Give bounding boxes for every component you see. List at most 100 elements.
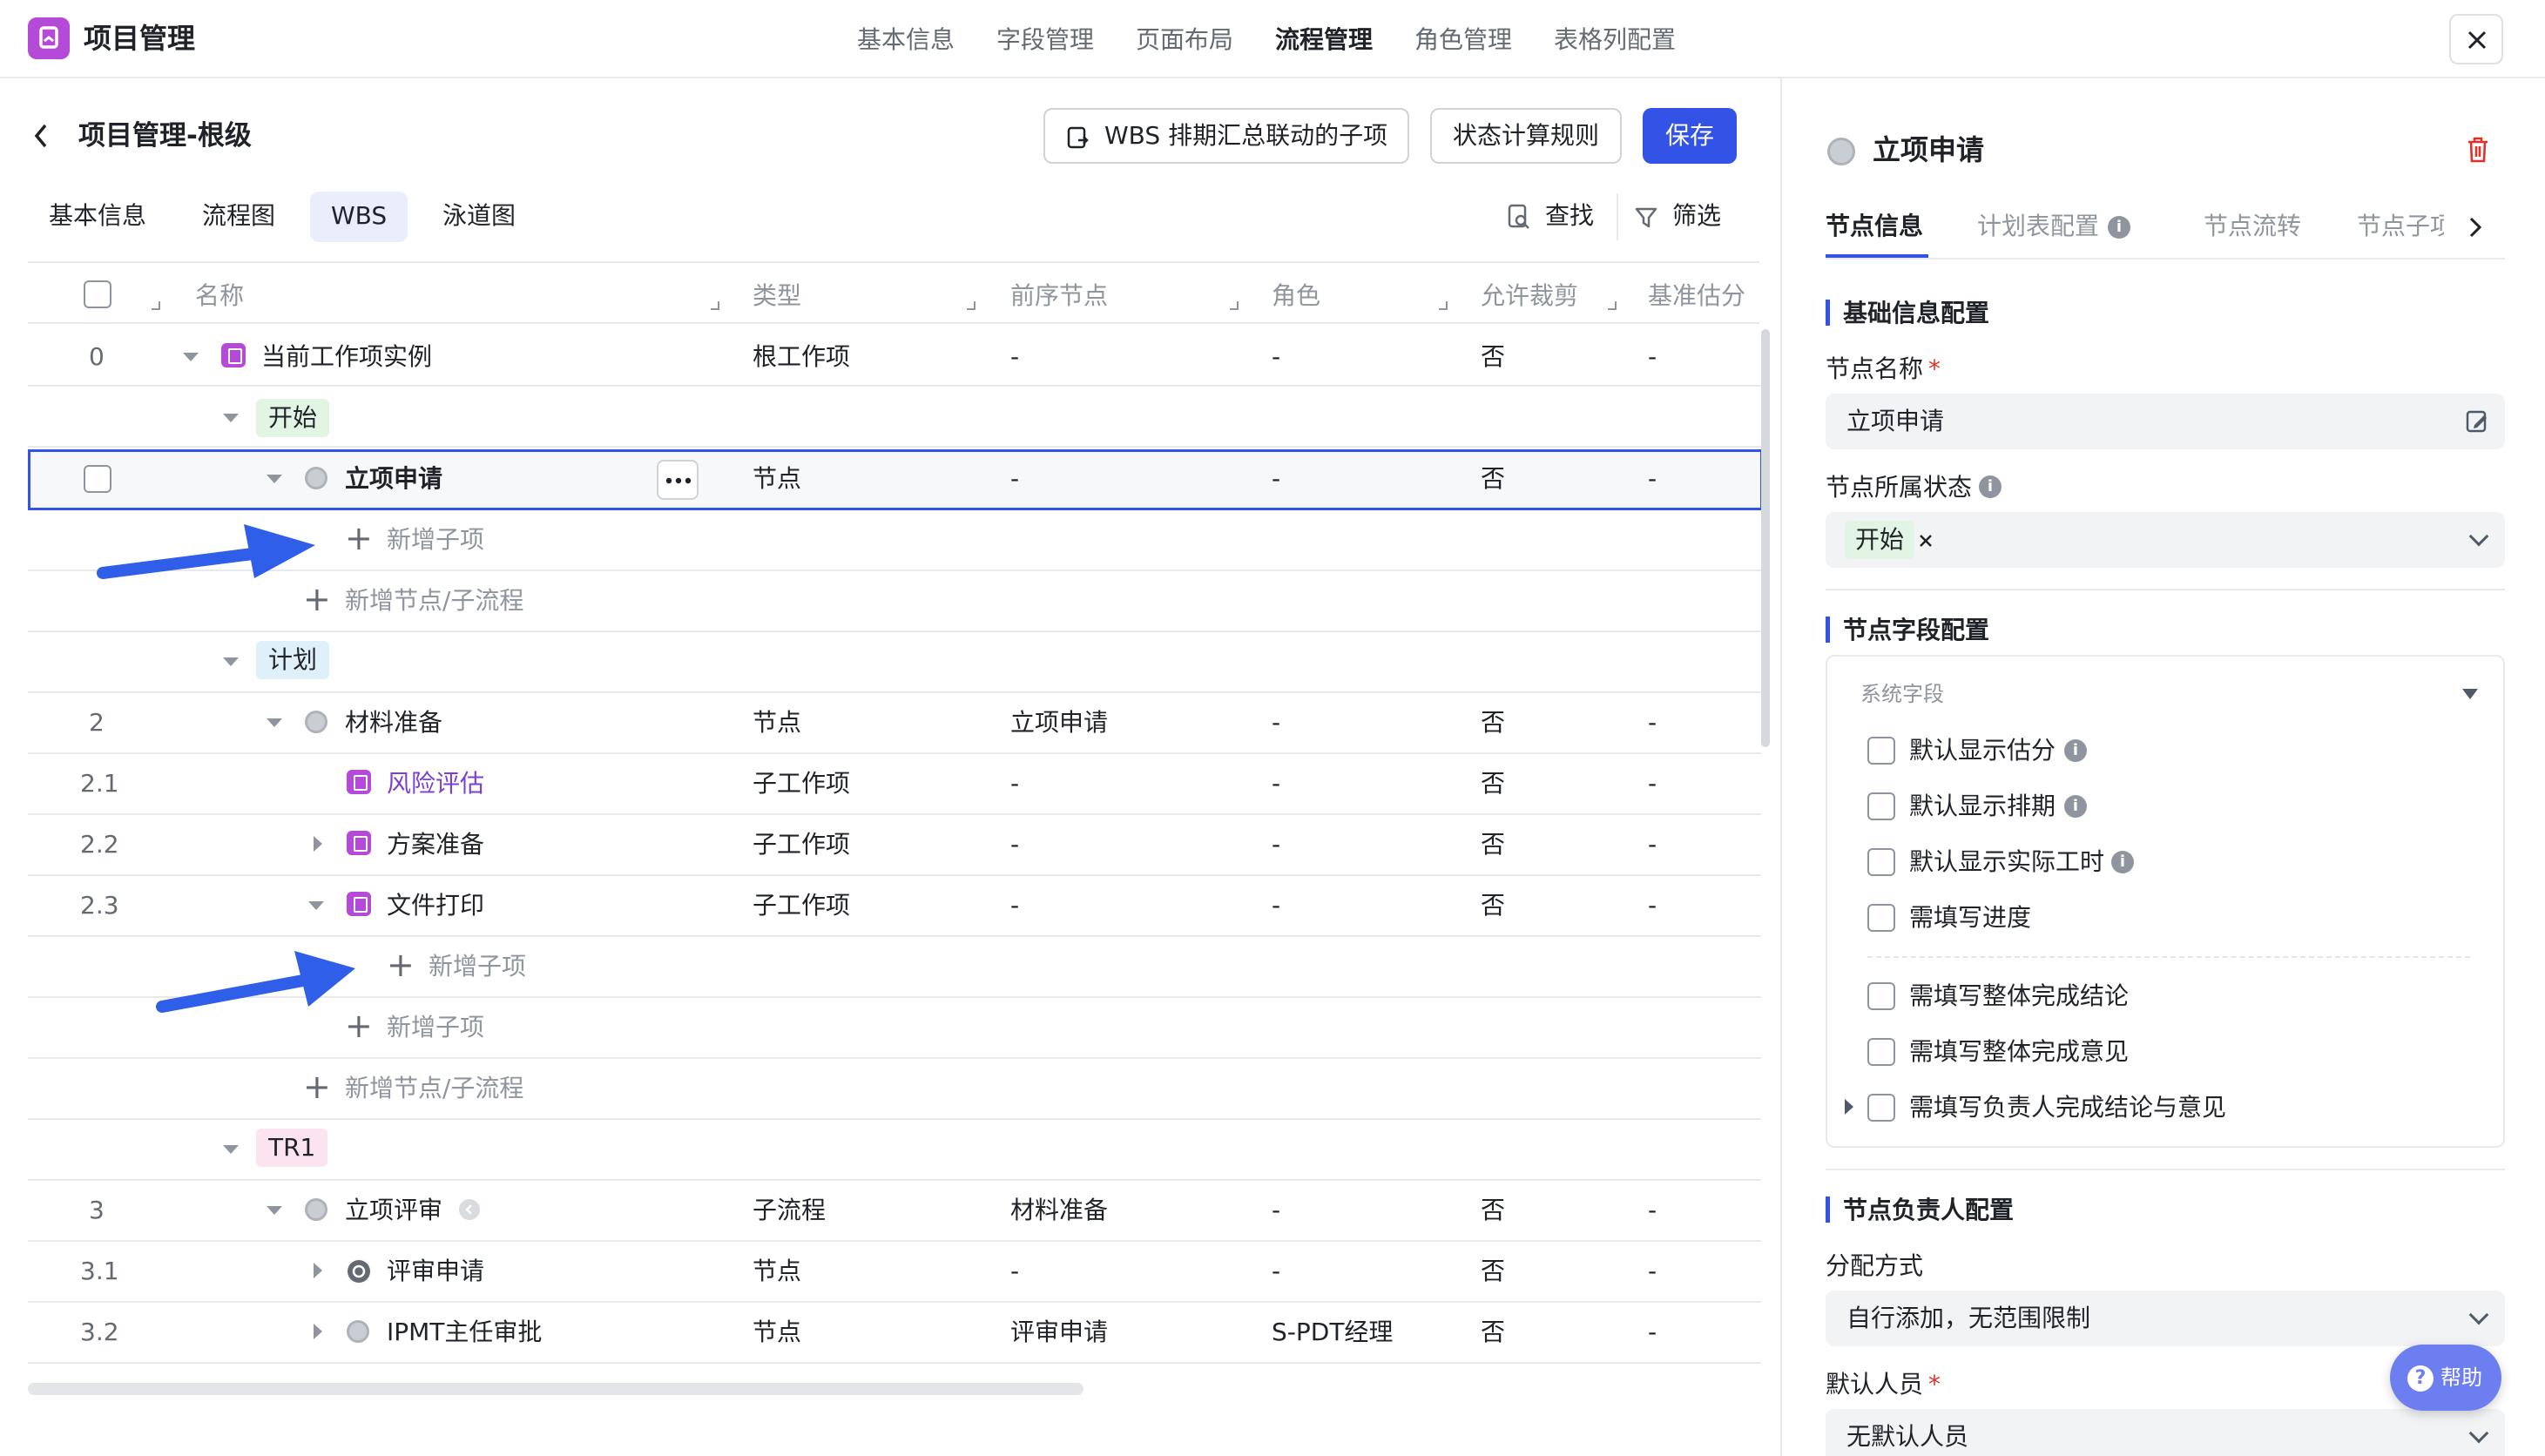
tab-node-flow[interactable]: 节点流转 xyxy=(2204,209,2301,244)
column-header-baseline-estimate[interactable]: 基准估分 xyxy=(1648,279,1745,313)
divider xyxy=(28,630,1761,632)
nav-process-management[interactable]: 流程管理 xyxy=(1275,23,1373,57)
collapse-caret-icon[interactable] xyxy=(267,718,282,727)
node-name-value: 立项申请 xyxy=(1846,407,1945,435)
remove-tag-icon[interactable] xyxy=(1918,533,1934,549)
column-resize-handle[interactable] xyxy=(152,301,160,310)
row-name[interactable]: 方案准备 xyxy=(387,827,484,862)
status-rule-button[interactable]: 状态计算规则 xyxy=(1430,108,1622,164)
column-header-role[interactable]: 角色 xyxy=(1272,279,1320,313)
row-role: - xyxy=(1272,891,1281,920)
add-node-button[interactable]: 新增节点/子流程 xyxy=(345,1071,523,1106)
column-resize-handle[interactable] xyxy=(711,301,719,310)
column-resize-handle[interactable] xyxy=(1230,301,1239,310)
column-header-allow-trim[interactable]: 允许裁剪 xyxy=(1481,279,1578,313)
chevron-right-icon[interactable] xyxy=(2468,216,2482,239)
option-checkbox[interactable] xyxy=(1867,1094,1895,1122)
more-actions-button[interactable] xyxy=(657,460,699,500)
assign-method-select[interactable]: 自行添加，无范围限制 xyxy=(1826,1291,2505,1346)
filter-button[interactable]: 筛选 xyxy=(1672,199,1721,233)
tab-basic-info[interactable]: 基本信息 xyxy=(49,199,146,233)
collapse-caret-icon[interactable] xyxy=(267,1206,282,1215)
tab-plan-config[interactable]: 计划表配置 xyxy=(1977,209,2099,244)
option-label: 默认显示实际工时 xyxy=(1909,847,2105,876)
nav-basic-info[interactable]: 基本信息 xyxy=(857,23,955,57)
row-checkbox[interactable] xyxy=(84,465,111,493)
expand-caret-icon[interactable] xyxy=(314,836,322,852)
collapse-caret-icon[interactable] xyxy=(223,1145,239,1154)
row-name-link[interactable]: 风险评估 xyxy=(387,766,484,801)
column-resize-handle[interactable] xyxy=(1439,301,1448,310)
node-name-field[interactable]: 立项申请 xyxy=(1826,394,2505,449)
tab-wbs[interactable]: WBS xyxy=(331,199,387,233)
row-name[interactable]: 立项申请 xyxy=(345,462,442,496)
default-person-select[interactable]: 无默认人员 xyxy=(1826,1409,2505,1456)
select-all-checkbox[interactable] xyxy=(84,280,111,308)
assign-method-label: 分配方式 xyxy=(1826,1251,1924,1280)
column-header-type[interactable]: 类型 xyxy=(753,279,801,313)
row-name[interactable]: 材料准备 xyxy=(345,705,442,740)
option-checkbox[interactable] xyxy=(1867,1038,1895,1066)
add-child-plus-icon[interactable]: + xyxy=(345,521,373,556)
add-child-plus-icon[interactable]: + xyxy=(387,947,415,982)
collapse-caret-icon[interactable] xyxy=(308,901,324,910)
row-type: 节点 xyxy=(753,708,802,737)
expand-caret-icon[interactable] xyxy=(314,1324,322,1339)
back-arrow-icon[interactable] xyxy=(31,120,51,152)
add-node-plus-icon[interactable]: + xyxy=(303,582,331,617)
divider xyxy=(28,446,1761,448)
collapse-caret-icon[interactable] xyxy=(183,353,199,361)
tab-swimlane[interactable]: 泳道图 xyxy=(442,199,516,233)
add-node-button[interactable]: 新增节点/子流程 xyxy=(345,583,523,618)
column-header-predecessor[interactable]: 前序节点 xyxy=(1010,279,1108,313)
work-item-icon xyxy=(221,343,246,367)
nav-table-column-config[interactable]: 表格列配置 xyxy=(1554,23,1676,57)
option-checkbox[interactable] xyxy=(1867,982,1895,1010)
delete-icon[interactable] xyxy=(2465,136,2491,164)
column-header-name[interactable]: 名称 xyxy=(195,279,244,313)
collapse-caret-icon[interactable] xyxy=(223,657,239,666)
wbs-linked-items-button[interactable]: WBS 排期汇总联动的子项 xyxy=(1043,108,1409,164)
help-icon: ? xyxy=(2407,1365,2434,1392)
collapse-caret-icon[interactable] xyxy=(223,414,239,422)
nav-field-management[interactable]: 字段管理 xyxy=(996,23,1094,57)
expand-caret-icon[interactable] xyxy=(314,1263,322,1278)
filter-icon[interactable] xyxy=(1634,206,1658,230)
row-name[interactable]: 当前工作项实例 xyxy=(261,340,432,374)
option-checkbox[interactable] xyxy=(1867,904,1895,932)
help-button[interactable]: ? 帮助 xyxy=(2390,1345,2501,1411)
column-resize-handle[interactable] xyxy=(967,301,975,310)
add-child-button[interactable]: 新增子项 xyxy=(387,522,484,557)
default-person-label: 默认人员 xyxy=(1826,1370,1924,1399)
add-child-button[interactable]: 新增子项 xyxy=(429,949,526,984)
vertical-scrollbar[interactable] xyxy=(1761,329,1770,747)
node-state-select[interactable]: 开始 xyxy=(1826,512,2505,568)
row-name[interactable]: 文件打印 xyxy=(387,888,484,923)
save-button[interactable]: 保存 xyxy=(1643,108,1737,164)
search-icon[interactable] xyxy=(1507,204,1531,230)
row-type: 根工作项 xyxy=(753,342,851,371)
nav-role-management[interactable]: 角色管理 xyxy=(1414,23,1512,57)
tab-node-children[interactable]: 节点子项 xyxy=(2357,209,2444,244)
tab-flowchart[interactable]: 流程图 xyxy=(202,199,275,233)
caret-down-icon[interactable] xyxy=(2461,688,2479,700)
row-name[interactable]: IPMT主任审批 xyxy=(387,1315,542,1350)
close-button[interactable] xyxy=(2449,14,2503,64)
expand-caret-icon[interactable] xyxy=(1845,1099,1853,1115)
add-child-button[interactable]: 新增子项 xyxy=(387,1010,484,1045)
divider xyxy=(28,1301,1761,1303)
row-name[interactable]: 评审申请 xyxy=(387,1254,484,1289)
row-name[interactable]: 立项评审 xyxy=(345,1193,442,1228)
column-resize-handle[interactable] xyxy=(1608,301,1617,310)
option-checkbox[interactable] xyxy=(1867,737,1895,765)
horizontal-scrollbar[interactable] xyxy=(28,1383,1083,1395)
edit-icon[interactable] xyxy=(2465,409,2489,434)
option-checkbox[interactable] xyxy=(1867,792,1895,820)
add-node-plus-icon[interactable]: + xyxy=(303,1069,331,1104)
node-status-icon xyxy=(1827,138,1855,165)
nav-page-layout[interactable]: 页面布局 xyxy=(1136,23,1233,57)
collapse-caret-icon[interactable] xyxy=(267,475,282,483)
tab-node-info[interactable]: 节点信息 xyxy=(1826,209,1923,244)
option-checkbox[interactable] xyxy=(1867,848,1895,876)
search-button[interactable]: 查找 xyxy=(1545,199,1594,233)
